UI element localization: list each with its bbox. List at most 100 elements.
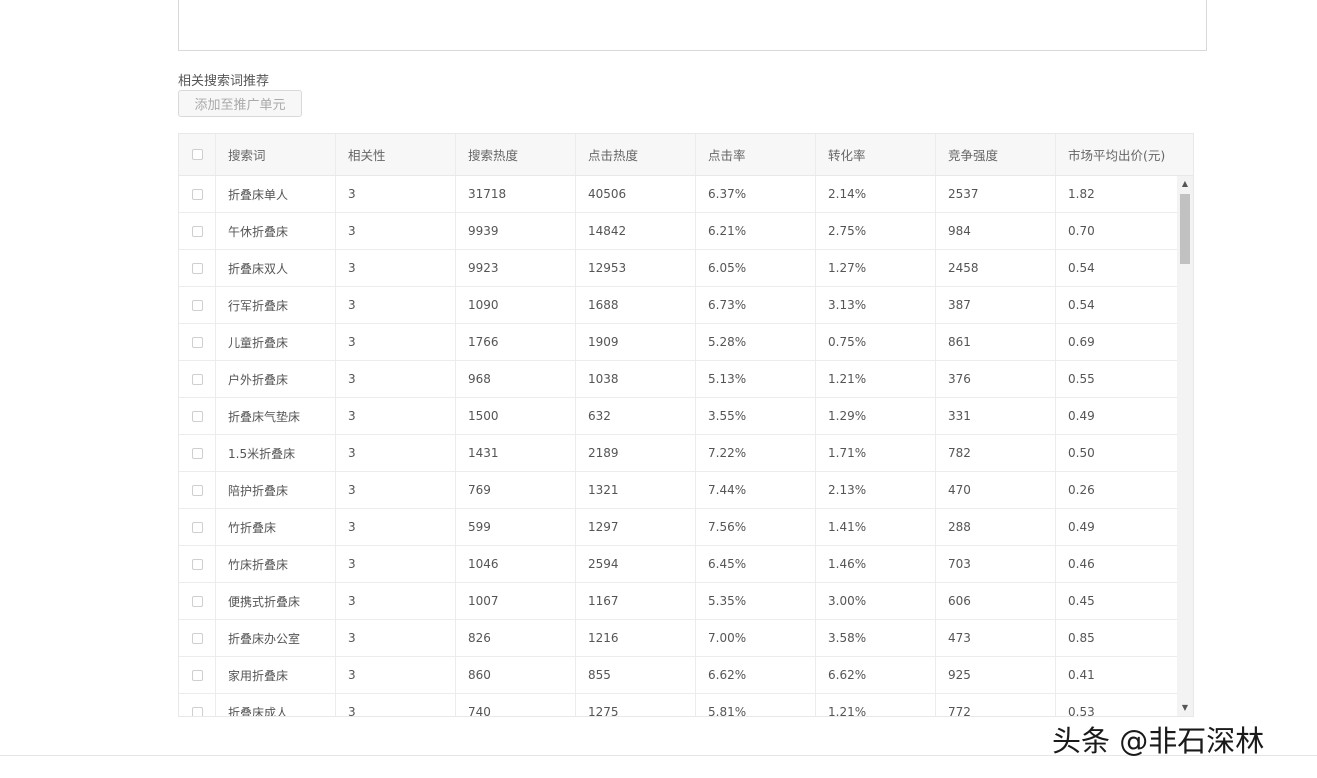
table-row[interactable]: 儿童折叠床 3 1766 1909 5.28% 0.75% 861 0.69 bbox=[179, 324, 1177, 361]
row-checkbox[interactable] bbox=[192, 373, 203, 385]
table-row[interactable]: 行军折叠床 3 1090 1688 6.73% 3.13% 387 0.54 bbox=[179, 287, 1177, 324]
chart-x-tick: 2020-05-29 bbox=[260, 0, 324, 2]
cell-ctr: 7.00% bbox=[696, 620, 816, 656]
column-header-ctr[interactable]: 点击率 bbox=[696, 134, 816, 175]
add-to-promotion-unit-button[interactable]: 添加至推广单元 bbox=[178, 90, 302, 117]
cell-relevance: 3 bbox=[336, 324, 456, 360]
related-keywords-title: 相关搜索词推荐 bbox=[178, 74, 270, 89]
row-checkbox-cell bbox=[179, 435, 216, 471]
cell-search-heat: 1007 bbox=[456, 583, 576, 619]
cell-ctr: 7.56% bbox=[696, 509, 816, 545]
row-checkbox[interactable] bbox=[192, 447, 203, 459]
chart-x-tick: 2020-05-31 bbox=[532, 0, 596, 2]
scroll-down-arrow-icon[interactable]: ▼ bbox=[1177, 700, 1193, 714]
table-row[interactable]: 陪护折叠床 3 769 1321 7.44% 2.13% 470 0.26 bbox=[179, 472, 1177, 509]
table-scrollbar[interactable]: ▲ ▼ bbox=[1177, 176, 1193, 716]
row-checkbox-cell bbox=[179, 472, 216, 508]
cell-search-heat: 1090 bbox=[456, 287, 576, 323]
table-row[interactable]: 便携式折叠床 3 1007 1167 5.35% 3.00% 606 0.45 bbox=[179, 583, 1177, 620]
column-header-keyword[interactable]: 搜索词 bbox=[216, 134, 336, 175]
row-checkbox[interactable] bbox=[192, 521, 203, 533]
cell-relevance: 3 bbox=[336, 361, 456, 397]
cell-avg-bid: 0.46 bbox=[1068, 557, 1095, 571]
cell-avg-bid: 0.26 bbox=[1068, 483, 1095, 497]
scroll-up-arrow-icon[interactable]: ▲ bbox=[1177, 176, 1193, 190]
chart-x-tick: 2020-05-30 bbox=[396, 0, 460, 2]
row-checkbox[interactable] bbox=[192, 632, 203, 644]
row-checkbox[interactable] bbox=[192, 188, 203, 200]
table-row[interactable]: 竹折叠床 3 599 1297 7.56% 1.41% 288 0.49 bbox=[179, 509, 1177, 546]
chart-x-tick: 2020-06-03 bbox=[942, 0, 1006, 2]
cell-conversion-rate: 3.13% bbox=[816, 287, 936, 323]
column-header-search-heat[interactable]: 搜索热度 bbox=[456, 134, 576, 175]
cell-avg-bid: 0.54 bbox=[1068, 298, 1095, 312]
table-row[interactable]: 折叠床双人 3 9923 12953 6.05% 1.27% 2458 0.54 bbox=[179, 250, 1177, 287]
cell-relevance: 3 bbox=[336, 509, 456, 545]
cell-click-heat: 1688 bbox=[576, 287, 696, 323]
cell-conversion-rate: 1.27% bbox=[816, 250, 936, 286]
cell-search-heat: 769 bbox=[456, 472, 576, 508]
cell-relevance: 3 bbox=[336, 472, 456, 508]
table-row[interactable]: 1.5米折叠床 3 1431 2189 7.22% 1.71% 782 0.50 bbox=[179, 435, 1177, 472]
row-checkbox[interactable] bbox=[192, 299, 203, 311]
row-checkbox-cell bbox=[179, 361, 216, 397]
cell-ctr: 6.21% bbox=[696, 213, 816, 249]
cell-keyword: 户外折叠床 bbox=[216, 361, 336, 397]
table-header: 搜索词 相关性 搜索热度 点击热度 点击率 转化率 竞争强度 市场平均出价(元) bbox=[179, 134, 1193, 176]
cell-conversion-rate: 6.62% bbox=[816, 657, 936, 693]
cell-relevance: 3 bbox=[336, 435, 456, 471]
table-row[interactable]: 家用折叠床 3 860 855 6.62% 6.62% 925 0.41 bbox=[179, 657, 1177, 694]
chart-x-tick: 2020-06-01 bbox=[669, 0, 733, 2]
cell-search-heat: 9923 bbox=[456, 250, 576, 286]
cell-ctr: 5.28% bbox=[696, 324, 816, 360]
cell-conversion-rate: 1.41% bbox=[816, 509, 936, 545]
cell-search-heat: 31718 bbox=[456, 176, 576, 212]
cell-avg-bid: 0.70 bbox=[1068, 224, 1095, 238]
cell-ctr: 6.45% bbox=[696, 546, 816, 582]
select-all-checkbox[interactable] bbox=[192, 149, 203, 160]
table-row[interactable]: 折叠床气垫床 3 1500 632 3.55% 1.29% 331 0.49 bbox=[179, 398, 1177, 435]
watermark-text: 头条 @非石深林 bbox=[1052, 724, 1265, 758]
cell-conversion-rate: 3.00% bbox=[816, 583, 936, 619]
table-row[interactable]: 折叠床成人 3 740 1275 5.81% 1.21% 772 0.53 bbox=[179, 694, 1177, 716]
cell-ctr: 5.35% bbox=[696, 583, 816, 619]
row-checkbox[interactable] bbox=[192, 484, 203, 496]
cell-relevance: 3 bbox=[336, 694, 456, 716]
table-row[interactable]: 午休折叠床 3 9939 14842 6.21% 2.75% 984 0.70 bbox=[179, 213, 1177, 250]
row-checkbox[interactable] bbox=[192, 669, 203, 681]
cell-competition: 2458 bbox=[936, 250, 1056, 286]
column-header-conversion-rate[interactable]: 转化率 bbox=[816, 134, 936, 175]
cell-relevance: 3 bbox=[336, 583, 456, 619]
cell-competition: 387 bbox=[936, 287, 1056, 323]
cell-keyword: 陪护折叠床 bbox=[216, 472, 336, 508]
cell-keyword: 1.5米折叠床 bbox=[216, 435, 336, 471]
column-header-competition[interactable]: 竞争强度 bbox=[936, 134, 1056, 175]
cell-search-heat: 1431 bbox=[456, 435, 576, 471]
row-checkbox[interactable] bbox=[192, 262, 203, 274]
row-checkbox[interactable] bbox=[192, 558, 203, 570]
column-header-avg-bid[interactable]: 市场平均出价(元) bbox=[1056, 134, 1193, 175]
table-row[interactable]: 户外折叠床 3 968 1038 5.13% 1.21% 376 0.55 bbox=[179, 361, 1177, 398]
column-header-click-heat[interactable]: 点击热度 bbox=[576, 134, 696, 175]
column-header-relevance[interactable]: 相关性 bbox=[336, 134, 456, 175]
cell-avg-bid: 0.55 bbox=[1068, 372, 1095, 386]
cell-click-heat: 1038 bbox=[576, 361, 696, 397]
table-row[interactable]: 竹床折叠床 3 1046 2594 6.45% 1.46% 703 0.46 bbox=[179, 546, 1177, 583]
row-checkbox[interactable] bbox=[192, 336, 203, 348]
table-row[interactable]: 折叠床单人 3 31718 40506 6.37% 2.14% 2537 1.82 bbox=[179, 176, 1177, 213]
cell-competition: 2537 bbox=[936, 176, 1056, 212]
cell-keyword: 竹折叠床 bbox=[216, 509, 336, 545]
scroll-thumb[interactable] bbox=[1180, 194, 1190, 264]
cell-search-heat: 860 bbox=[456, 657, 576, 693]
row-checkbox-cell bbox=[179, 583, 216, 619]
row-checkbox[interactable] bbox=[192, 706, 203, 716]
cell-conversion-rate: 1.21% bbox=[816, 361, 936, 397]
cell-keyword: 儿童折叠床 bbox=[216, 324, 336, 360]
table-row[interactable]: 折叠床办公室 3 826 1216 7.00% 3.58% 473 0.85 bbox=[179, 620, 1177, 657]
cell-click-heat: 632 bbox=[576, 398, 696, 434]
cell-ctr: 7.22% bbox=[696, 435, 816, 471]
cell-keyword: 折叠床办公室 bbox=[216, 620, 336, 656]
row-checkbox[interactable] bbox=[192, 595, 203, 607]
row-checkbox[interactable] bbox=[192, 410, 203, 422]
row-checkbox[interactable] bbox=[192, 225, 203, 237]
